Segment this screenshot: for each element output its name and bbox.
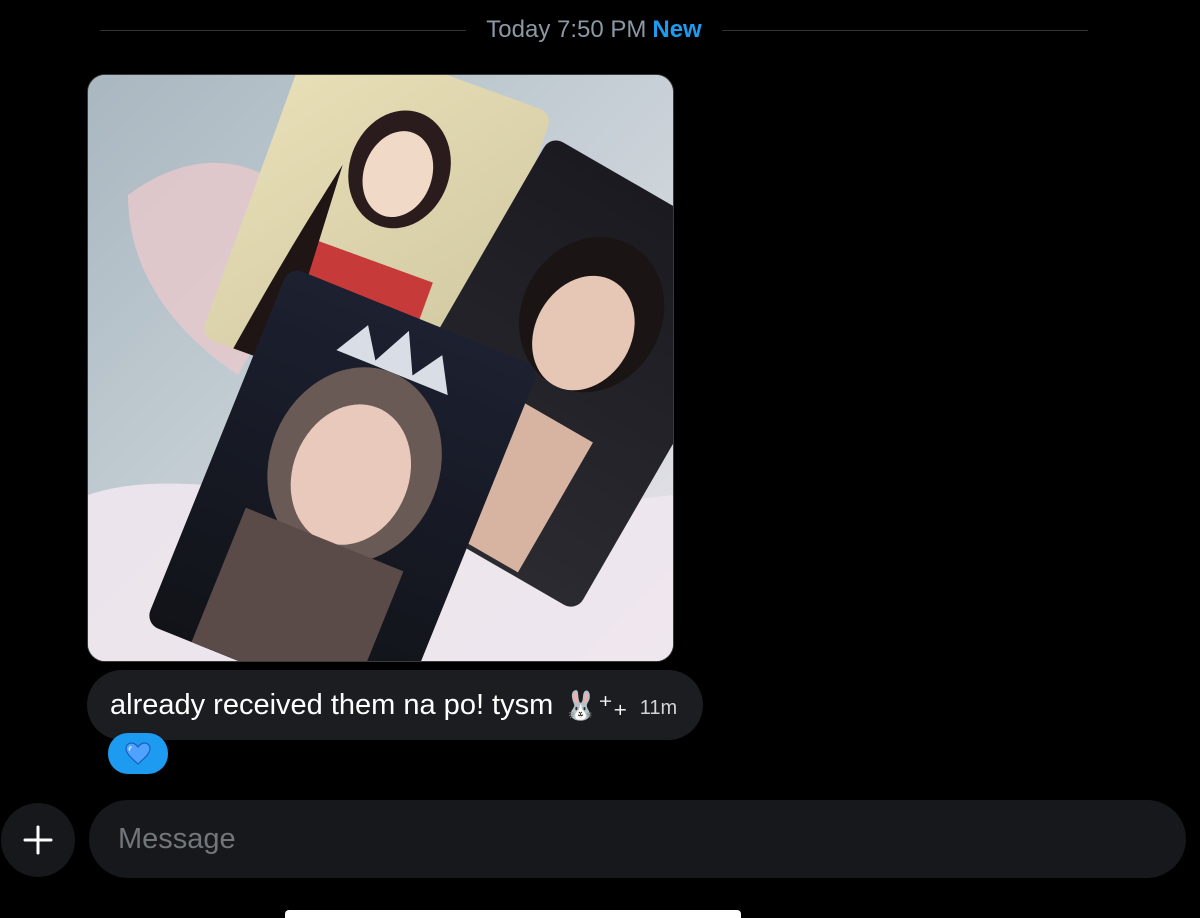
date-divider-label: Today 7:50 PM New [466,16,721,44]
timestamp: Today 7:50 PM [486,16,647,43]
message-composer[interactable] [89,800,1186,878]
plus-icon [23,825,53,855]
message-text: already received them na po! tysm [110,688,554,721]
message-time: 11m [639,696,678,719]
home-indicator [285,910,741,918]
reaction-badge[interactable] [108,733,168,774]
message-input[interactable] [116,821,1186,857]
message-photo[interactable] [87,74,674,662]
divider-line-left [100,29,467,31]
blue-heart-icon [125,741,151,765]
add-attachment-button[interactable] [1,803,75,877]
photo-illustration [88,75,673,661]
date-divider: Today 7:50 PM New [100,12,1089,48]
dm-conversation: Today 7:50 PM New already received them … [0,0,1200,918]
message-bubble[interactable]: already received them na po! tysm 🐰⁺₊ 11… [87,670,704,740]
divider-line-right [721,29,1089,31]
new-badge: New [652,16,702,43]
message-emoji: 🐰⁺₊ [563,688,628,722]
